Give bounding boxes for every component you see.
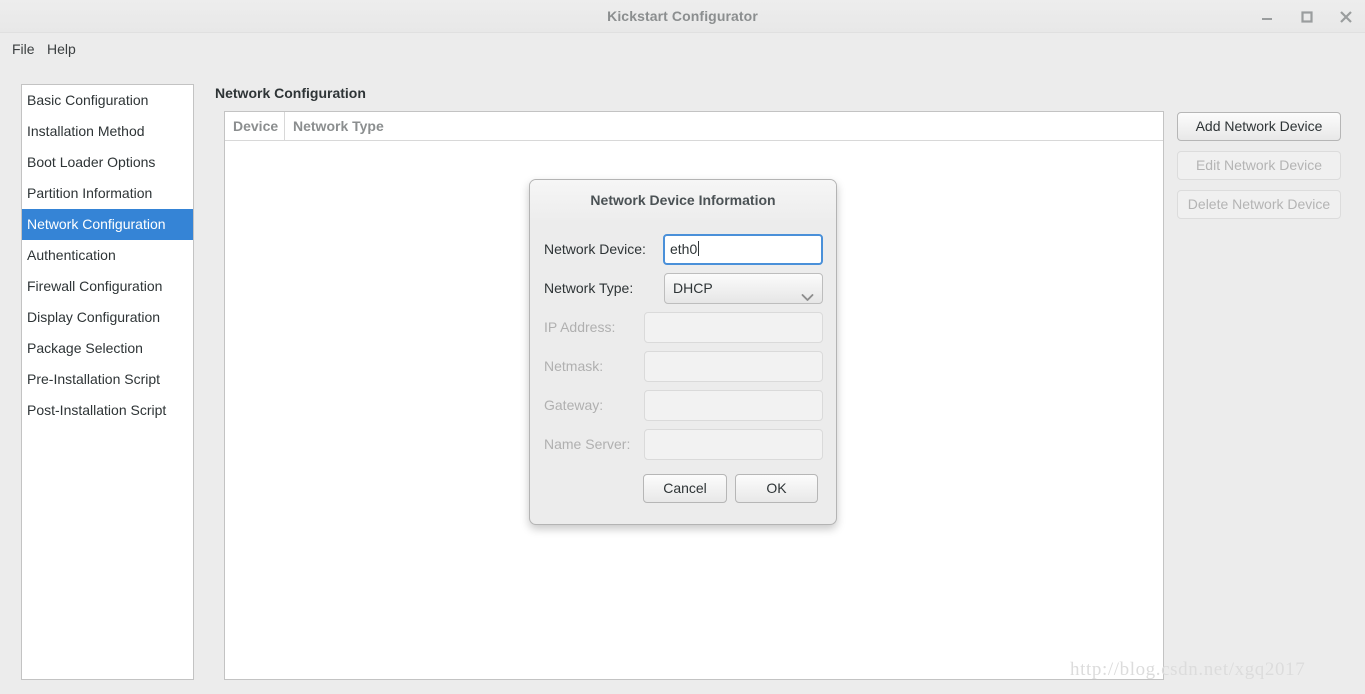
- maximize-icon[interactable]: [1296, 6, 1318, 28]
- netmask-input: [644, 351, 823, 382]
- sidebar-item-display-configuration[interactable]: Display Configuration: [22, 302, 193, 333]
- name-server-input: [644, 429, 823, 460]
- add-network-device-button[interactable]: Add Network Device: [1177, 112, 1341, 141]
- field-row-network-device: Network Device: eth0: [530, 234, 836, 265]
- delete-network-device-button: Delete Network Device: [1177, 190, 1341, 219]
- table-column-header-device[interactable]: Device: [225, 112, 285, 140]
- chevron-down-icon: [801, 283, 814, 312]
- sidebar-item-basic-configuration[interactable]: Basic Configuration: [22, 85, 193, 116]
- label-name-server: Name Server:: [544, 436, 631, 452]
- network-device-information-dialog: Network Device Information Network Devic…: [529, 179, 837, 525]
- sidebar-item-firewall-configuration[interactable]: Firewall Configuration: [22, 271, 193, 302]
- field-row-name-server: Name Server:: [530, 429, 836, 460]
- table-header-row: Device Network Type: [225, 112, 1163, 141]
- network-device-input-value: eth0: [670, 241, 698, 257]
- window-title: Kickstart Configurator: [607, 8, 758, 24]
- sidebar-item-partition-information[interactable]: Partition Information: [22, 178, 193, 209]
- cancel-button[interactable]: Cancel: [643, 474, 727, 503]
- dialog-title: Network Device Information: [530, 180, 836, 220]
- sidebar: Basic Configuration Installation Method …: [21, 84, 194, 680]
- sidebar-item-boot-loader-options[interactable]: Boot Loader Options: [22, 147, 193, 178]
- ok-button[interactable]: OK: [735, 474, 818, 503]
- sidebar-item-authentication[interactable]: Authentication: [22, 240, 193, 271]
- close-icon[interactable]: [1335, 6, 1357, 28]
- sidebar-item-installation-method[interactable]: Installation Method: [22, 116, 193, 147]
- text-caret: [698, 241, 700, 256]
- menu-item-file[interactable]: File: [6, 33, 41, 65]
- field-row-netmask: Netmask:: [530, 351, 836, 382]
- sidebar-item-post-installation-script[interactable]: Post-Installation Script: [22, 395, 193, 426]
- network-type-selected-value: DHCP: [673, 280, 713, 296]
- field-row-network-type: Network Type: DHCP: [530, 273, 836, 304]
- network-type-select[interactable]: DHCP: [664, 273, 823, 304]
- minimize-icon[interactable]: [1256, 6, 1278, 28]
- menu-item-help[interactable]: Help: [41, 33, 82, 65]
- label-network-device: Network Device:: [544, 241, 646, 257]
- sidebar-item-package-selection[interactable]: Package Selection: [22, 333, 193, 364]
- sidebar-item-network-configuration[interactable]: Network Configuration: [22, 209, 193, 240]
- table-column-header-network-type[interactable]: Network Type: [285, 112, 1163, 140]
- field-row-gateway: Gateway:: [530, 390, 836, 421]
- label-gateway: Gateway:: [544, 397, 604, 413]
- gateway-input: [644, 390, 823, 421]
- page-title: Network Configuration: [215, 85, 366, 101]
- title-bar: Kickstart Configurator: [0, 0, 1365, 33]
- sidebar-item-pre-installation-script[interactable]: Pre-Installation Script: [22, 364, 193, 395]
- edit-network-device-button: Edit Network Device: [1177, 151, 1341, 180]
- label-netmask: Netmask:: [544, 358, 604, 374]
- menu-bar: File Help: [0, 33, 1365, 65]
- field-row-ip-address: IP Address:: [530, 312, 836, 343]
- network-device-input[interactable]: eth0: [663, 234, 823, 265]
- label-ip-address: IP Address:: [544, 319, 616, 335]
- ip-address-input: [644, 312, 823, 343]
- label-network-type: Network Type:: [544, 280, 634, 296]
